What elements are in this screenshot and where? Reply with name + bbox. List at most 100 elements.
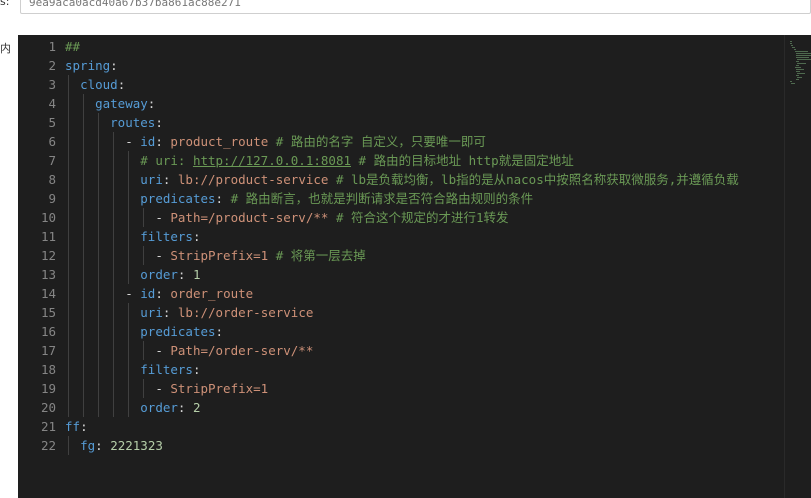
indent-guide (68, 94, 69, 113)
code-token: Path=/product-serv/** (170, 210, 329, 225)
indent-guide (83, 227, 84, 246)
code-line: 9 predicates: # 路由断言，也就是判断请求是否符合路由规则的条件 (18, 189, 811, 208)
indent-guide (68, 75, 69, 94)
indent-guide (113, 265, 114, 284)
line-number: 15 (40, 305, 56, 320)
indent-guide (98, 341, 99, 360)
minimap-line (797, 59, 811, 60)
indent-guide (113, 208, 114, 227)
minimap-line (796, 61, 799, 62)
code-token: - (125, 286, 141, 301)
minimap-line (796, 79, 799, 80)
indent-guide (98, 132, 99, 151)
code-token: StripPrefix=1 (170, 248, 269, 263)
indent-guide (98, 379, 99, 398)
indent-guide (83, 113, 84, 132)
indent-guide (83, 284, 84, 303)
code-token: order (140, 400, 178, 415)
indent-guide (128, 398, 129, 417)
minimap-line (794, 67, 801, 68)
indent-guide (83, 322, 84, 341)
code-token: # 将第一层去掉 (268, 248, 366, 263)
indent-guide (68, 379, 69, 398)
code-token: predicates (140, 324, 216, 339)
code-token: filters (140, 362, 193, 377)
indent-guide (83, 94, 84, 113)
indent-guide (98, 303, 99, 322)
indent-guide (68, 303, 69, 322)
code-token: : (177, 400, 193, 415)
indent-guide (68, 208, 69, 227)
line-number: 12 (40, 248, 56, 263)
code-token: # 路由断言，也就是判断请求是否符合路由规则的条件 (223, 191, 534, 206)
code-line: 17 - Path=/order-serv/** (18, 341, 811, 360)
code-lines: 1 ## 2 spring: 3 cloud: 4 gateway: 5 routes: 6 … (18, 37, 811, 455)
code-text: predicates: (65, 322, 811, 341)
indent-guide (68, 322, 69, 341)
indent-guide (143, 341, 144, 360)
code-text: order: 1 (65, 265, 811, 284)
line-number: 7 (48, 153, 56, 168)
field-label: s: (0, 0, 10, 8)
code-token: StripPrefix=1 (170, 381, 269, 396)
line-number: 21 (40, 419, 56, 434)
code-token: uri (140, 305, 163, 320)
indent-guide (113, 322, 114, 341)
code-text: uri: lb://product-service # lb是负载均衡，lb指的… (65, 170, 811, 189)
code-text: ## (65, 37, 811, 56)
indent-guide (83, 360, 84, 379)
code-token: http://127.0.0.1:8081 (192, 153, 351, 168)
minimap-line (791, 45, 794, 46)
code-token: # uri: (140, 153, 193, 168)
code-line: 21 ff: (18, 417, 811, 436)
line-number: 2 (48, 58, 56, 73)
indent-guide (128, 322, 129, 341)
indent-guide (128, 227, 129, 246)
minimap-line (796, 57, 809, 58)
indent-guide (83, 379, 84, 398)
code-text: filters: (65, 360, 811, 379)
code-token: id (140, 134, 156, 149)
code-editor[interactable]: 1 ## 2 spring: 3 cloud: 4 gateway: 5 routes: 6 … (18, 35, 811, 498)
code-token: id (140, 286, 156, 301)
indent-guide (128, 341, 129, 360)
code-token: : (155, 286, 171, 301)
code-token: 1 (192, 267, 201, 282)
indent-guide (143, 208, 144, 227)
code-token: ff (65, 419, 81, 434)
code-token: ## (65, 39, 81, 54)
indent-guide (68, 436, 69, 455)
code-token: - (155, 343, 171, 358)
indent-guide (83, 208, 84, 227)
code-token: - (155, 210, 171, 225)
code-token: cloud (80, 77, 118, 92)
indent-guide (128, 360, 129, 379)
code-line: 4 gateway: (18, 94, 811, 113)
side-label: 内 (0, 42, 11, 55)
code-token: : (162, 305, 178, 320)
code-token: spring (65, 58, 111, 73)
code-line: 6 - id: product_route # 路由的名字 自定义，只要唯一即可 (18, 132, 811, 151)
indent-guide (83, 170, 84, 189)
code-token: Path=/order-serv/** (170, 343, 314, 358)
code-token: : (155, 134, 171, 149)
code-line: 12 - StripPrefix=1 # 将第一层去掉 (18, 246, 811, 265)
id-input[interactable]: 9ea9aca0acd40a67b37ba861ac88e271 (20, 0, 811, 14)
code-token: product_route (170, 134, 269, 149)
indent-guide (68, 398, 69, 417)
code-line: 20 order: 2 (18, 398, 811, 417)
line-number: 6 (48, 134, 56, 149)
code-text: # uri: http://127.0.0.1:8081 # 路由的目标地址 h… (65, 151, 811, 170)
indent-guide (68, 284, 69, 303)
minimap-line (796, 65, 799, 66)
minimap[interactable] (784, 35, 811, 498)
code-token: fg (80, 438, 96, 453)
indent-guide (143, 379, 144, 398)
indent-guide (68, 132, 69, 151)
indent-guide (128, 170, 129, 189)
minimap-line (790, 81, 792, 82)
